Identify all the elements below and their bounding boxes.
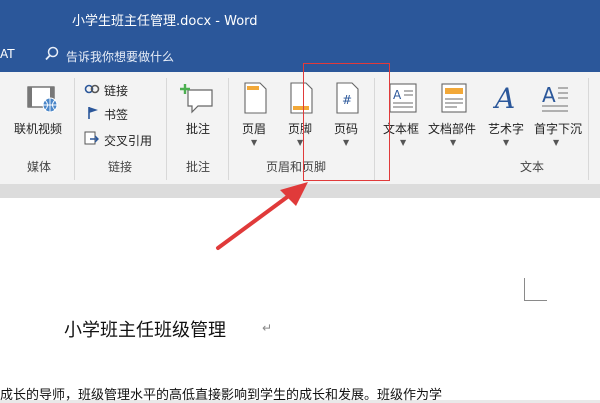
svg-text:A: A bbox=[542, 83, 556, 107]
dropcap-icon: A bbox=[542, 83, 568, 112]
document-heading[interactable]: 小学班主任班级管理 bbox=[64, 316, 226, 342]
svg-text:A: A bbox=[393, 88, 402, 102]
group-separator bbox=[74, 78, 75, 180]
quick-parts-dropdown-caret[interactable]: ▼ bbox=[450, 138, 456, 147]
wordart-dropdown-caret[interactable]: ▼ bbox=[503, 138, 509, 147]
highlight-box bbox=[303, 63, 390, 181]
link-icon bbox=[84, 84, 100, 94]
tell-me-input[interactable]: 告诉我你想要做什么 bbox=[66, 48, 174, 65]
textbox-icon: A bbox=[389, 83, 417, 113]
svg-text:A: A bbox=[492, 82, 515, 114]
group-separator bbox=[588, 78, 589, 180]
paragraph-mark: ↵ bbox=[262, 321, 273, 335]
header-icon bbox=[244, 82, 267, 114]
bookmark-button[interactable]: 书签 bbox=[104, 106, 128, 123]
group-separator bbox=[166, 78, 167, 180]
online-video-icon bbox=[27, 86, 58, 113]
window-title: 小学生班主任管理.docx - Word bbox=[72, 14, 258, 29]
cross-reference-icon bbox=[84, 131, 99, 145]
header-dropdown-caret[interactable]: ▼ bbox=[251, 138, 257, 147]
link-button[interactable]: 链接 bbox=[104, 82, 128, 99]
ribbon-tab-fragment[interactable]: AT bbox=[0, 47, 15, 61]
lightbulb-search-icon bbox=[45, 46, 59, 61]
document-body-line[interactable]: 成长的导师，班级管理水平的高低直接影响到学生的成长和发展。班级作为学 bbox=[0, 384, 442, 403]
wordart-button[interactable]: 艺术字 bbox=[488, 120, 524, 137]
wordart-icon: A bbox=[492, 82, 515, 114]
quick-parts-icon bbox=[441, 83, 467, 113]
margin-corner-mark bbox=[524, 278, 547, 301]
group-label-links: 链接 bbox=[108, 160, 133, 174]
dropcap-button[interactable]: 首字下沉 bbox=[534, 120, 582, 137]
new-comment-icon bbox=[180, 84, 213, 114]
cross-reference-button[interactable]: 交叉引用 bbox=[104, 132, 152, 149]
arrow-annotation-icon bbox=[216, 182, 308, 250]
dropcap-dropdown-caret[interactable]: ▼ bbox=[553, 138, 559, 147]
online-video-button[interactable]: 联机视频 bbox=[14, 120, 62, 137]
bookmark-flag-icon bbox=[88, 107, 98, 119]
group-separator bbox=[228, 78, 229, 180]
header-button[interactable]: 页眉 bbox=[242, 120, 266, 137]
group-label-text: 文本 bbox=[520, 160, 545, 174]
quick-parts-button[interactable]: 文档部件 bbox=[428, 120, 476, 137]
textbox-dropdown-caret[interactable]: ▼ bbox=[400, 138, 406, 147]
comment-button[interactable]: 批注 bbox=[186, 120, 210, 137]
group-label-media: 媒体 bbox=[27, 160, 52, 174]
